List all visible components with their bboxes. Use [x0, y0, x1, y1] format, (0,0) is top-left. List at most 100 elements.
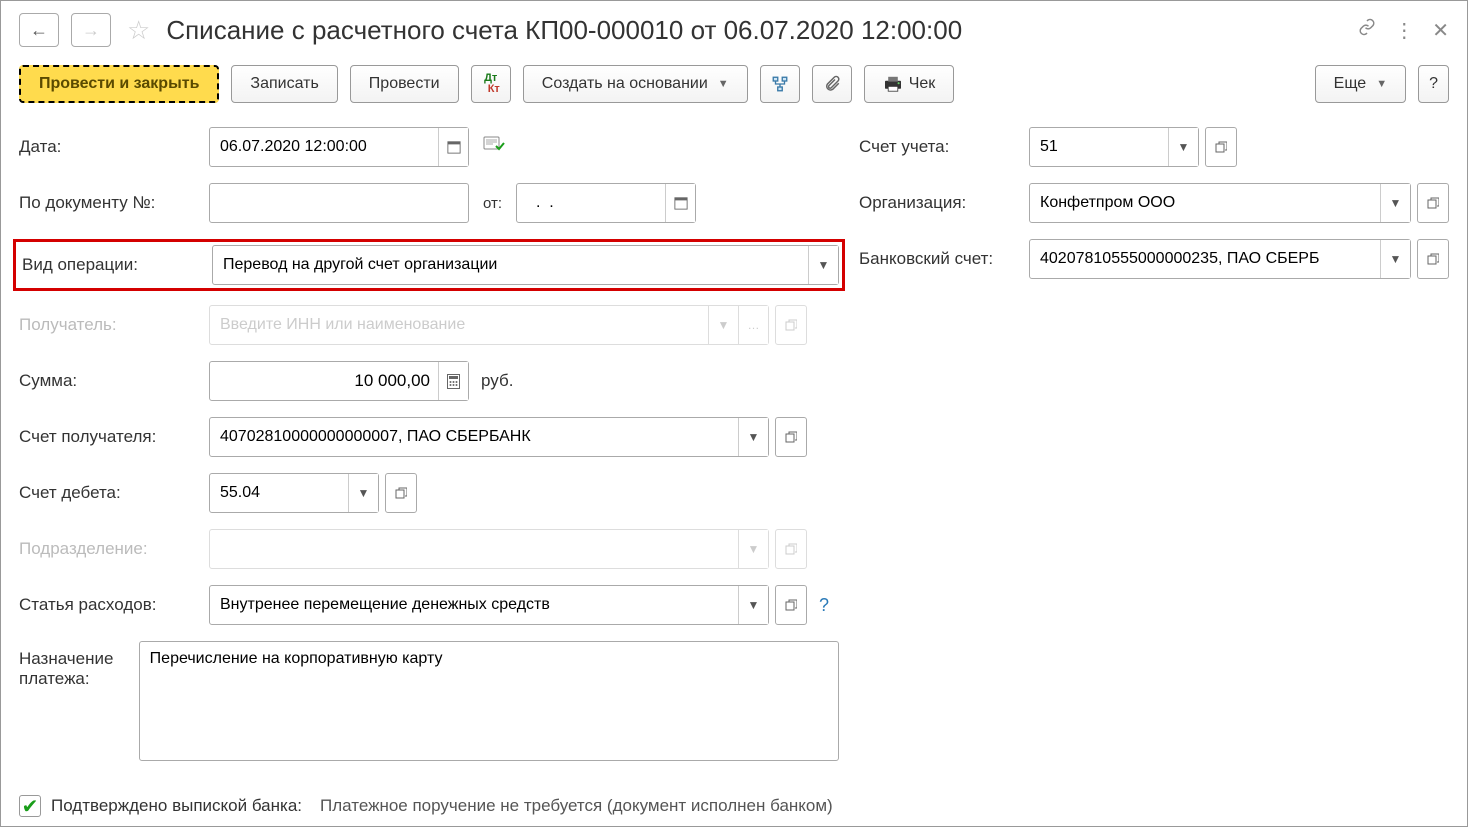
row-accounting-account: Счет учета: ▼	[859, 127, 1449, 167]
confirmed-checkbox[interactable]: ✔	[19, 795, 41, 817]
department-input	[210, 530, 738, 568]
doc-no-input[interactable]	[210, 184, 468, 222]
toolbar: Провести и закрыть Записать Провести Дт …	[19, 65, 1449, 103]
footer-row: ✔ Подтверждено выпиской банка: Платежное…	[19, 795, 1449, 817]
help-link-icon[interactable]: ?	[819, 595, 829, 616]
chevron-down-icon: ▼	[738, 530, 768, 568]
label-expense-item: Статья расходов:	[19, 595, 209, 615]
kebab-menu-icon[interactable]: ⋮	[1394, 18, 1414, 43]
save-button[interactable]: Записать	[231, 65, 337, 103]
organization-input[interactable]	[1030, 184, 1380, 222]
document-window: ← → ☆ Списание с расчетного счета КП00-0…	[0, 0, 1468, 827]
date-input[interactable]	[210, 128, 438, 166]
check-button[interactable]: Чек	[864, 65, 955, 103]
chevron-down-icon[interactable]: ▼	[808, 246, 838, 284]
favorite-star-icon[interactable]: ☆	[123, 15, 154, 46]
recipient-account-select[interactable]: ▼	[209, 417, 769, 457]
doc-status-icon[interactable]	[483, 136, 505, 158]
operation-type-input[interactable]	[213, 246, 808, 284]
recipient-input-wrap: ▼ …	[209, 305, 769, 345]
row-doc-no: По документу №: от:	[19, 183, 839, 223]
open-icon[interactable]	[1205, 127, 1237, 167]
open-icon	[775, 305, 807, 345]
row-purpose: Назначение платежа: Перечисление на корп…	[19, 641, 839, 761]
row-operation-type-highlight: Вид операции: ▼	[13, 239, 845, 291]
expense-item-input[interactable]	[210, 586, 738, 624]
calculator-icon[interactable]	[438, 362, 468, 400]
attach-button[interactable]	[812, 65, 852, 103]
chevron-down-icon[interactable]: ▼	[1380, 240, 1410, 278]
open-icon[interactable]	[775, 585, 807, 625]
accounting-account-select[interactable]: ▼	[1029, 127, 1199, 167]
debit-account-input[interactable]	[210, 474, 348, 512]
date-input-wrap	[209, 127, 469, 167]
page-title: Списание с расчетного счета КП00-000010 …	[166, 15, 1346, 46]
open-icon[interactable]	[1417, 183, 1449, 223]
chevron-down-icon[interactable]: ▼	[1168, 128, 1198, 166]
open-icon[interactable]	[1417, 239, 1449, 279]
chevron-down-icon: ▼	[718, 78, 729, 90]
recipient-account-input[interactable]	[210, 418, 738, 456]
row-department: Подразделение: ▼	[19, 529, 839, 569]
titlebar: ← → ☆ Списание с расчетного счета КП00-0…	[19, 13, 1449, 47]
chevron-down-icon: ▼	[708, 306, 738, 344]
doc-no-input-wrap	[209, 183, 469, 223]
title-actions: ⋮ ✕	[1358, 18, 1449, 43]
label-date: Дата:	[19, 137, 209, 157]
form-right-column: Счет учета: ▼ Организация: ▼	[859, 127, 1449, 777]
dtkt-button[interactable]: Дт Кт	[471, 65, 511, 103]
row-recipient-account: Счет получателя: ▼	[19, 417, 839, 457]
form-area: Дата: По документу №: от:	[19, 127, 1449, 777]
amount-input-wrap	[209, 361, 469, 401]
link-icon[interactable]	[1358, 18, 1376, 42]
row-amount: Сумма: руб.	[19, 361, 839, 401]
open-icon	[775, 529, 807, 569]
row-recipient: Получатель: ▼ …	[19, 305, 839, 345]
more-button[interactable]: Еще ▼	[1315, 65, 1406, 103]
doc-from-input-wrap	[516, 183, 696, 223]
printer-icon	[883, 76, 903, 92]
open-icon[interactable]	[775, 417, 807, 457]
label-amount: Сумма:	[19, 371, 209, 391]
calendar-icon[interactable]	[438, 128, 468, 166]
chevron-down-icon[interactable]: ▼	[738, 418, 768, 456]
label-operation-type: Вид операции:	[19, 255, 212, 275]
chevron-down-icon: ▼	[1376, 78, 1387, 90]
expense-item-select[interactable]: ▼	[209, 585, 769, 625]
bank-account-select[interactable]: ▼	[1029, 239, 1411, 279]
label-organization: Организация:	[859, 193, 1029, 213]
nav-back-button[interactable]: ←	[19, 13, 59, 47]
post-and-close-button[interactable]: Провести и закрыть	[19, 65, 219, 103]
label-recipient: Получатель:	[19, 315, 209, 335]
calendar-icon[interactable]	[665, 184, 695, 222]
debit-account-select[interactable]: ▼	[209, 473, 379, 513]
structure-button[interactable]	[760, 65, 800, 103]
doc-from-input[interactable]	[517, 184, 665, 222]
department-select: ▼	[209, 529, 769, 569]
ellipsis-icon: …	[738, 306, 768, 344]
create-based-on-button[interactable]: Создать на основании ▼	[523, 65, 748, 103]
operation-type-select[interactable]: ▼	[212, 245, 839, 285]
label-doc-no: По документу №:	[19, 193, 209, 213]
label-purpose: Назначение платежа:	[19, 641, 139, 689]
chevron-down-icon[interactable]: ▼	[1380, 184, 1410, 222]
label-debit-account: Счет дебета:	[19, 483, 209, 503]
close-icon[interactable]: ✕	[1432, 18, 1449, 43]
help-button[interactable]: ?	[1418, 65, 1449, 103]
nav-forward-button[interactable]: →	[71, 13, 111, 47]
label-bank-account: Банковский счет:	[859, 249, 1029, 269]
row-bank-account: Банковский счет: ▼	[859, 239, 1449, 279]
open-icon[interactable]	[385, 473, 417, 513]
row-organization: Организация: ▼	[859, 183, 1449, 223]
organization-select[interactable]: ▼	[1029, 183, 1411, 223]
amount-input[interactable]	[210, 362, 438, 400]
label-from: от:	[483, 195, 502, 212]
chevron-down-icon[interactable]: ▼	[738, 586, 768, 624]
post-button[interactable]: Провести	[350, 65, 459, 103]
chevron-down-icon[interactable]: ▼	[348, 474, 378, 512]
bank-account-input[interactable]	[1030, 240, 1380, 278]
label-recipient-account: Счет получателя:	[19, 427, 209, 447]
label-department: Подразделение:	[19, 539, 209, 559]
purpose-textarea[interactable]: Перечисление на корпоративную карту	[139, 641, 839, 761]
accounting-account-input[interactable]	[1030, 128, 1168, 166]
